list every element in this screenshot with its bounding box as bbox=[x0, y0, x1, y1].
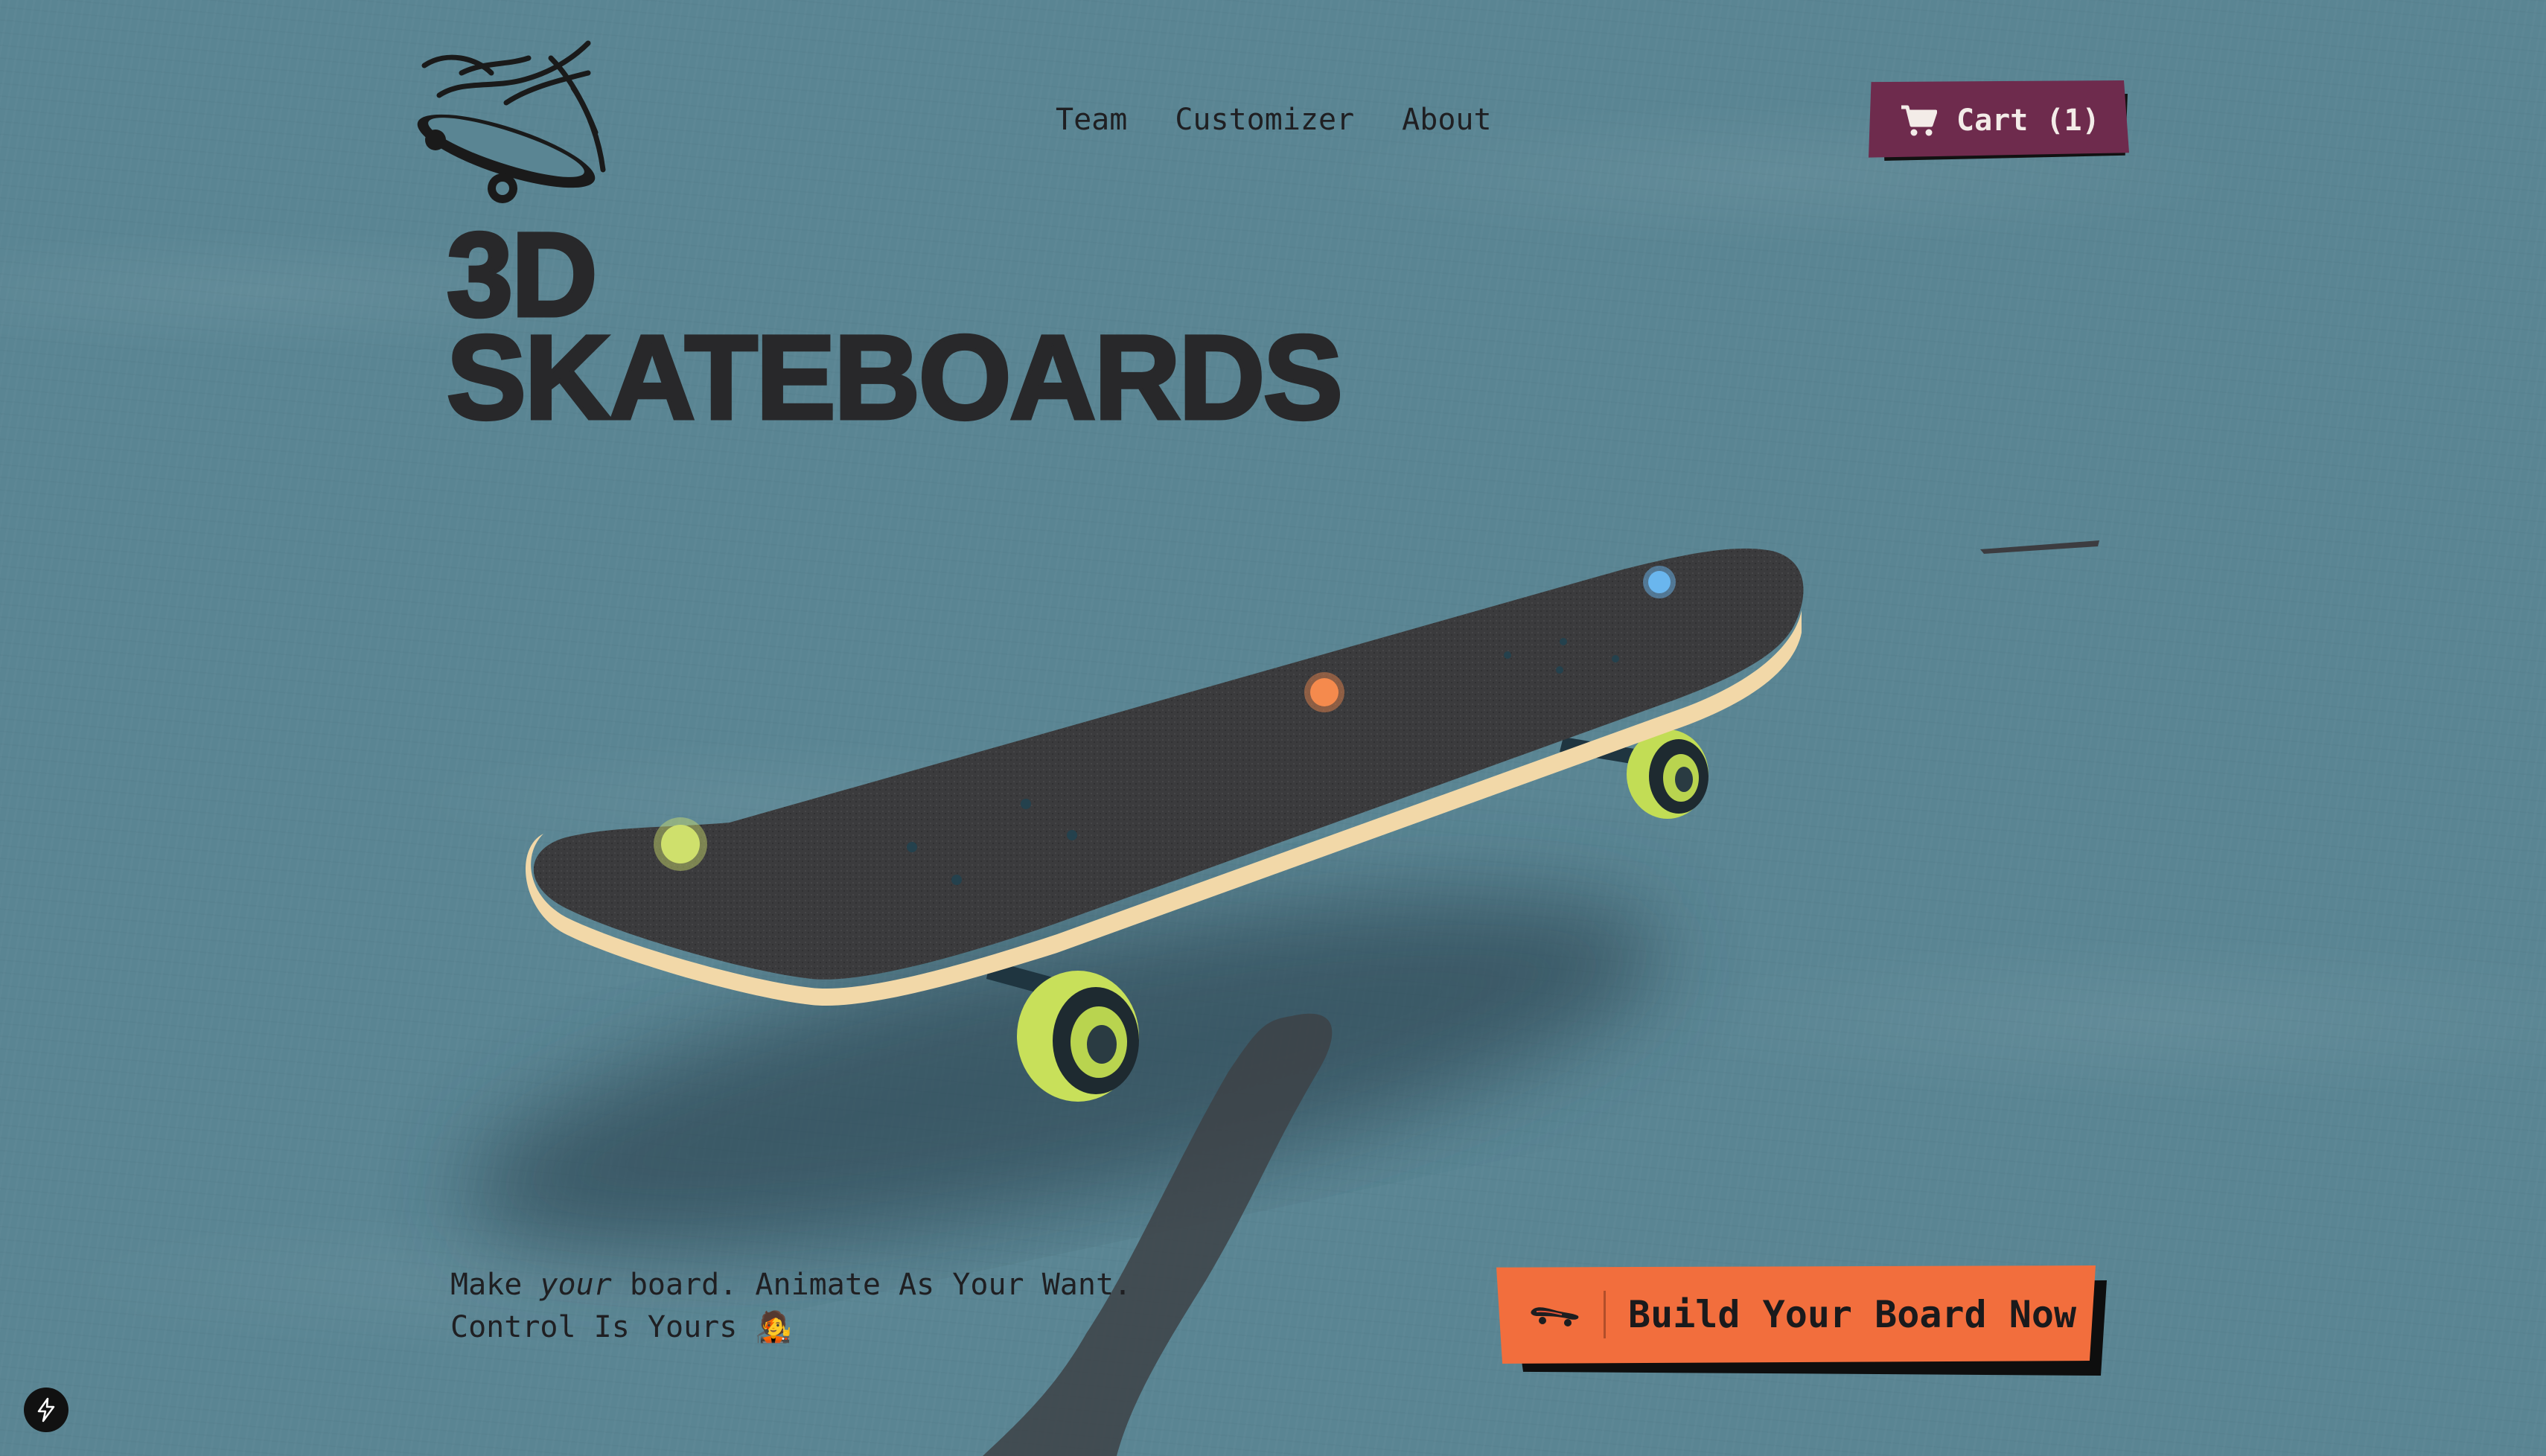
tagline-emphasis: your bbox=[540, 1268, 612, 1302]
cart-icon bbox=[1901, 105, 1937, 136]
lightning-icon bbox=[37, 1397, 55, 1423]
back-wheel bbox=[1627, 729, 1708, 819]
tagline: Make your board. Animate As Your Want. C… bbox=[450, 1264, 1132, 1349]
tagline-line1: Make your board. Animate As Your Want. bbox=[450, 1264, 1132, 1306]
tagline-before: Make bbox=[450, 1268, 540, 1302]
cart-label: Cart (1) bbox=[1956, 103, 2100, 138]
tagline-line2: Control Is Yours 🧑‍🎤 bbox=[450, 1310, 793, 1344]
cart-button-wrapper: Cart (1) bbox=[1869, 80, 2129, 161]
dev-tools-badge[interactable] bbox=[24, 1388, 68, 1432]
hotspot-blue[interactable] bbox=[1643, 566, 1676, 598]
cart-button[interactable]: Cart (1) bbox=[1869, 80, 2129, 158]
cta-label: Build Your Board Now bbox=[1628, 1293, 2077, 1336]
tagline-after: board. Animate As Your Want. bbox=[611, 1268, 1132, 1302]
skateboard-scene[interactable] bbox=[0, 0, 2546, 1456]
cta-divider bbox=[1604, 1291, 1606, 1338]
logo[interactable] bbox=[409, 28, 610, 211]
nav-link-customizer[interactable]: Customizer bbox=[1175, 103, 1354, 137]
hotspot-green[interactable] bbox=[654, 817, 707, 871]
main-nav: Team Customizer About bbox=[1056, 103, 1492, 137]
paint-dash bbox=[1980, 540, 2099, 554]
front-wheel bbox=[1017, 971, 1139, 1102]
nav-link-about[interactable]: About bbox=[1402, 103, 1491, 137]
build-board-button[interactable]: Build Your Board Now bbox=[1496, 1265, 2096, 1364]
cta-wrapper: Build Your Board Now bbox=[1496, 1265, 2107, 1377]
skateboard-icon bbox=[1531, 1307, 1579, 1326]
hotspot-orange[interactable] bbox=[1304, 672, 1344, 712]
nav-link-team[interactable]: Team bbox=[1056, 103, 1127, 137]
hero-title-line2: SKATEBOARDS bbox=[445, 310, 1345, 444]
hero-title: 3D SKATEBOARDS bbox=[445, 213, 1345, 444]
